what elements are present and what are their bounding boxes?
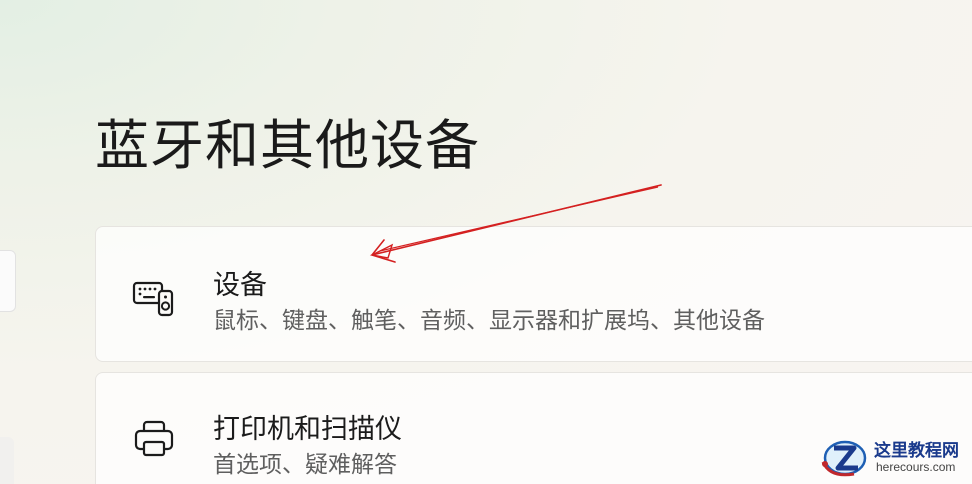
devices-card[interactable]: 设备 鼠标、键盘、触笔、音频、显示器和扩展坞、其他设备 xyxy=(95,226,972,362)
devices-title: 设备 xyxy=(213,270,267,301)
keyboard-speaker-icon xyxy=(132,281,174,317)
page-title: 蓝牙和其他设备 xyxy=(95,114,480,178)
watermark: 这里教程网 herecours.com xyxy=(820,434,968,480)
devices-subtitle: 鼠标、键盘、触笔、音频、显示器和扩展坞、其他设备 xyxy=(213,308,765,334)
window-edge-element xyxy=(0,250,16,312)
watermark-name: 这里教程网 xyxy=(874,441,959,461)
printers-subtitle: 首选项、疑难解答 xyxy=(213,452,397,478)
printer-icon xyxy=(134,420,174,457)
watermark-url: herecours.com xyxy=(876,460,956,474)
window-edge-element xyxy=(0,437,14,484)
printers-title: 打印机和扫描仪 xyxy=(213,414,402,445)
site-logo-icon xyxy=(821,440,867,477)
